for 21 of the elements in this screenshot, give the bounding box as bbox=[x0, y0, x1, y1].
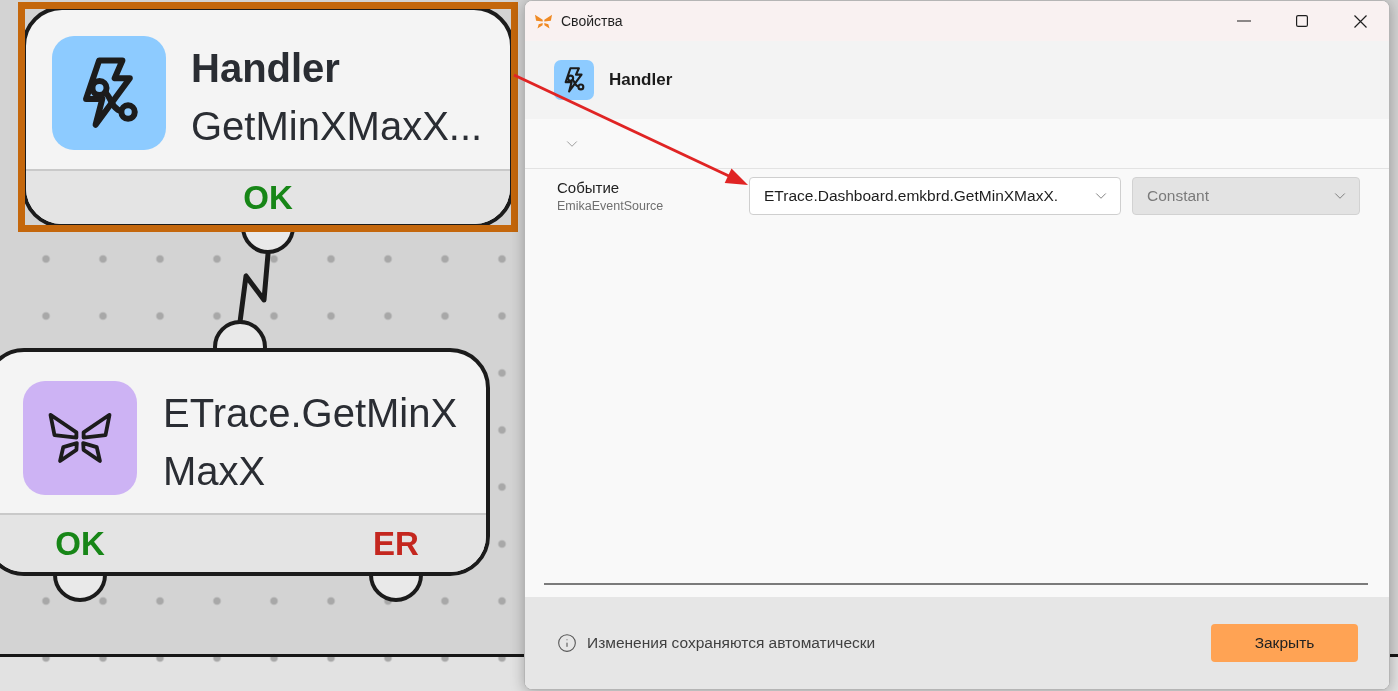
maximize-icon bbox=[1296, 15, 1308, 27]
value-dropdown[interactable]: ETrace.Dashboard.emkbrd.GetMinXMaxX. bbox=[749, 177, 1121, 215]
minimize-icon bbox=[1237, 20, 1251, 22]
output-label: ER bbox=[373, 524, 419, 563]
butterfly-logo-icon bbox=[534, 13, 553, 29]
property-source: EmikaEventSource bbox=[557, 199, 665, 213]
node-subtitle: GetMinXMaxX... bbox=[191, 103, 484, 150]
info-icon bbox=[557, 633, 577, 653]
bolt-icon bbox=[554, 60, 594, 100]
autosave-note: Изменения сохраняются автоматически bbox=[587, 634, 876, 652]
close-dialog-button[interactable]: Закрыть bbox=[1211, 624, 1358, 662]
node-title: Handler bbox=[191, 45, 341, 92]
node-title: ETrace.GetMinXMaxX bbox=[163, 390, 459, 495]
output-label: OK bbox=[55, 524, 105, 563]
window-title: Свойства bbox=[561, 13, 623, 29]
output-label: OK bbox=[243, 178, 293, 217]
property-label: Событие bbox=[557, 179, 621, 196]
close-icon bbox=[1353, 14, 1367, 28]
butterfly-icon bbox=[23, 381, 137, 495]
header-title: Handler bbox=[609, 70, 673, 90]
bolt-icon bbox=[52, 36, 166, 150]
